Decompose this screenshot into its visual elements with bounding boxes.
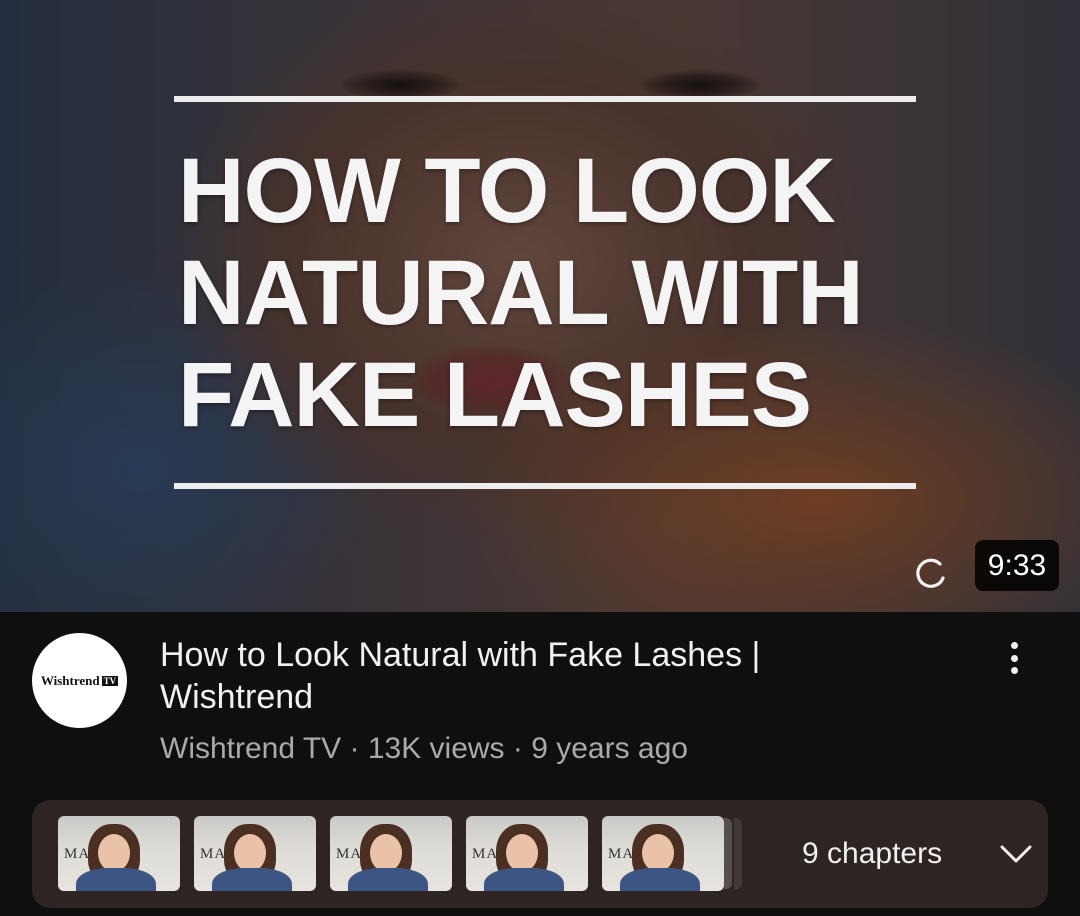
thumbnail-title-line: HOW TO LOOK <box>178 140 836 242</box>
channel-avatar[interactable]: Wishtrend TV <box>32 633 127 728</box>
more-vert-icon <box>1010 642 1018 649</box>
channel-avatar-logo: Wishtrend TV <box>40 672 119 689</box>
chapter-thumbnail[interactable]: MA WISH <box>194 816 316 891</box>
chapter-thumbnail-face <box>506 834 538 872</box>
chapter-thumbnail-face <box>98 834 130 872</box>
more-vert-icon <box>1010 667 1018 674</box>
video-title[interactable]: How to Look Natural with Fake Lashes | W… <box>160 634 860 718</box>
chapters-bar[interactable]: MA WIS MA WISH MA WISH MA WISH MA WISH <box>32 800 1048 908</box>
avatar-logo-text: Wishtrend <box>40 672 100 688</box>
video-thumbnail[interactable]: HOW TO LOOK NATURAL WITH FAKE LASHES 9:3… <box>0 0 1080 612</box>
chapters-count: 9 chapters <box>802 837 943 870</box>
more-vert-icon <box>1010 654 1018 662</box>
chapter-thumbnail[interactable]: MA WISH <box>466 816 588 891</box>
video-card: HOW TO LOOK NATURAL WITH FAKE LASHES 9:3… <box>0 0 1080 916</box>
thumbnail-title-line: FAKE LASHES <box>178 344 812 446</box>
video-metadata: Wishtrend TV · 13K views · 9 years ago <box>160 732 688 765</box>
thumbnail-title-line: NATURAL WITH <box>178 242 864 344</box>
loading-spinner-icon <box>916 558 945 588</box>
duration-badge: 9:33 <box>975 540 1059 591</box>
chapter-thumbnail[interactable]: MA WISH <box>602 816 724 891</box>
chapter-stack-edge <box>724 818 732 889</box>
chapter-stack-edge <box>734 818 742 889</box>
chapter-thumbnail-face <box>234 834 266 872</box>
thumbnail-title: HOW TO LOOK NATURAL WITH FAKE LASHES <box>178 140 938 446</box>
chapter-thumbnail-face <box>370 834 402 872</box>
chapter-thumbnail[interactable]: MA WISH <box>330 816 452 891</box>
thumbnail-rule-top <box>174 96 916 102</box>
chapter-thumbnail[interactable]: MA WIS <box>58 816 180 891</box>
chapter-thumbnail-jacket <box>484 868 564 891</box>
chapter-thumbnail-jacket <box>620 868 700 891</box>
chapter-thumbnail-jacket <box>76 868 156 891</box>
chapter-thumbnail-face <box>642 834 674 872</box>
thumbnail-rule-bottom <box>174 483 916 489</box>
chapter-thumbnail-jacket <box>212 868 292 891</box>
chapter-thumbnail-jacket <box>348 868 428 891</box>
avatar-logo-badge: TV <box>101 675 119 686</box>
chevron-down-icon[interactable] <box>999 842 1033 866</box>
more-options-button[interactable] <box>994 636 1034 680</box>
